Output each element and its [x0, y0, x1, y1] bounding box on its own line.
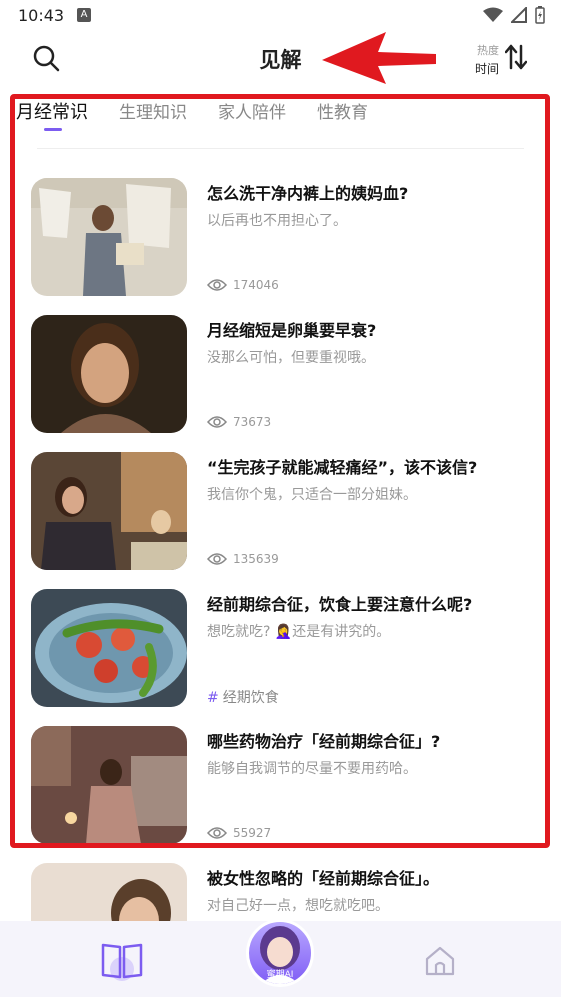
- annotation-highlight-box: [10, 94, 550, 848]
- sort-toggle[interactable]: 热度 时间: [467, 40, 527, 80]
- wifi-icon: [483, 7, 503, 22]
- notification-icon: A: [77, 8, 91, 22]
- ai-label: 蜜期AI: [266, 970, 294, 980]
- status-icons: [483, 6, 545, 24]
- article-title: 被女性忽略的「经前期综合征」。: [207, 869, 440, 888]
- battery-icon: [535, 6, 545, 24]
- home-icon[interactable]: [424, 945, 456, 977]
- bottom-nav: 蜜期AI: [0, 919, 561, 997]
- annotation-arrow-icon: [322, 32, 436, 84]
- ai-assistant-button[interactable]: 蜜期AI: [246, 919, 314, 987]
- sort-time-label: 时间: [474, 62, 499, 76]
- signal-icon: [511, 7, 527, 23]
- sort-arrows-icon: [505, 44, 527, 70]
- sort-heat-label: 热度: [477, 44, 499, 57]
- status-bar: 10:43 A: [0, 0, 561, 32]
- book-icon[interactable]: [100, 941, 144, 981]
- header: 见解 热度 时间: [0, 32, 561, 88]
- article-subtitle: 对自己好一点，想吃就吃吧。: [207, 898, 389, 914]
- status-time: 10:43: [18, 6, 65, 25]
- sort-labels: 热度 时间: [465, 42, 499, 77]
